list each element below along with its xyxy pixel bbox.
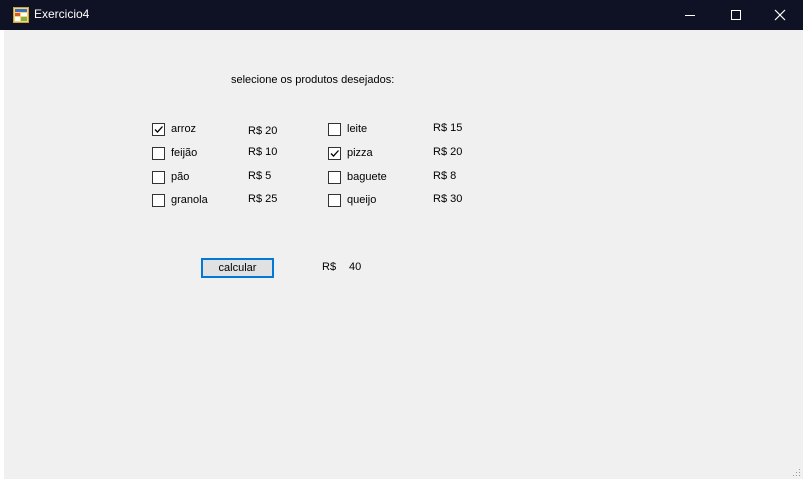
close-button[interactable] bbox=[757, 0, 803, 30]
checkbox-granola[interactable]: granola bbox=[152, 192, 208, 208]
price-label: R$ 20 bbox=[433, 146, 463, 158]
minimize-button[interactable] bbox=[667, 0, 713, 30]
product-label: arroz bbox=[171, 123, 197, 135]
checkbox-box[interactable] bbox=[328, 122, 341, 136]
resize-grip-icon[interactable] bbox=[791, 467, 801, 477]
maximize-button[interactable] bbox=[713, 0, 759, 30]
total-value-label: 40 bbox=[349, 261, 362, 273]
checkbox-feijao[interactable]: feijão bbox=[152, 145, 197, 161]
instruction-label: selecione os produtos desejados: bbox=[231, 74, 395, 86]
product-label: granola bbox=[171, 194, 208, 206]
checkmark-icon bbox=[154, 125, 163, 133]
title-bar: Exercicio4 bbox=[0, 0, 803, 30]
product-label: feijão bbox=[171, 147, 198, 159]
close-icon bbox=[774, 9, 786, 21]
app-form-icon[interactable] bbox=[13, 7, 29, 23]
checkbox-box[interactable] bbox=[152, 122, 165, 136]
window-title: Exercicio4 bbox=[34, 7, 90, 21]
product-label: pão bbox=[171, 171, 190, 183]
price-label: R$ 15 bbox=[433, 122, 463, 134]
checkbox-box[interactable] bbox=[152, 170, 165, 184]
product-label: baguete bbox=[347, 171, 387, 183]
minimize-icon bbox=[685, 15, 695, 16]
maximize-icon bbox=[731, 10, 741, 20]
total-currency-label: R$ bbox=[322, 261, 337, 273]
checkbox-baguete[interactable]: baguete bbox=[328, 169, 387, 185]
checkbox-box[interactable] bbox=[328, 193, 341, 207]
price-label: R$ 10 bbox=[248, 146, 278, 158]
checkmark-icon bbox=[330, 149, 339, 157]
product-label: pizza bbox=[347, 147, 373, 159]
form-client-area bbox=[4, 30, 803, 479]
checkbox-arroz[interactable]: arroz bbox=[152, 121, 196, 137]
checkbox-box[interactable] bbox=[328, 170, 341, 184]
checkbox-pao[interactable]: pão bbox=[152, 169, 189, 185]
checkbox-leite[interactable]: leite bbox=[328, 121, 367, 137]
price-label: R$ 30 bbox=[433, 193, 463, 205]
checkbox-box[interactable] bbox=[152, 146, 165, 160]
price-label: R$ 20 bbox=[248, 125, 278, 137]
checkbox-pizza[interactable]: pizza bbox=[328, 145, 373, 161]
price-label: R$ 5 bbox=[248, 170, 272, 182]
calculate-button[interactable]: calcular bbox=[201, 258, 274, 278]
checkbox-queijo[interactable]: queijo bbox=[328, 192, 376, 208]
checkbox-box[interactable] bbox=[152, 193, 165, 207]
product-label: leite bbox=[347, 123, 368, 135]
price-label: R$ 8 bbox=[433, 170, 457, 182]
product-label: queijo bbox=[347, 194, 377, 206]
checkbox-box[interactable] bbox=[328, 146, 341, 160]
price-label: R$ 25 bbox=[248, 193, 278, 205]
